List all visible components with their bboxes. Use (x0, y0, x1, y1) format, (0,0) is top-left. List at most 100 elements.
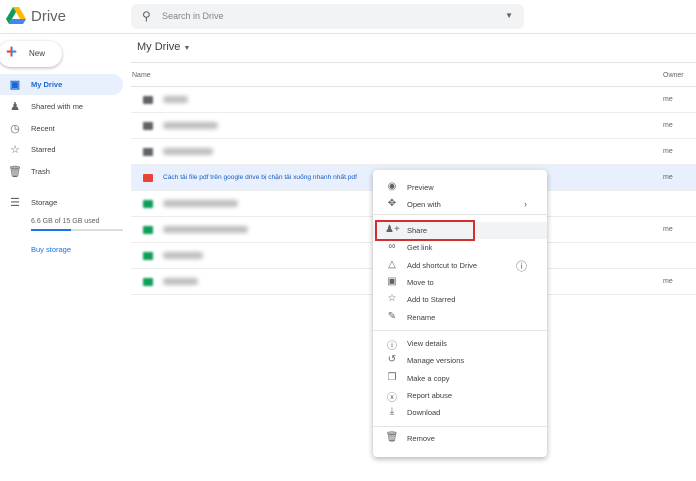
menu-item-get-link[interactable]: ∞ Get link (373, 239, 547, 256)
menu-item-move-to[interactable]: ▣ Move to (373, 274, 547, 291)
title-text: My Drive (137, 41, 181, 53)
menu-item-download[interactable]: ⤓ Download (373, 404, 547, 421)
owner: me (663, 226, 673, 233)
owner-column: Owner (663, 72, 684, 79)
menu-label: Add to Starred (407, 295, 456, 304)
file-row[interactable]: me (131, 139, 696, 165)
move-icon: ✥ (387, 198, 397, 209)
menu-label: Rename (407, 313, 436, 322)
pencil-icon: ✎ (387, 311, 397, 322)
my-drive-icon: ▣ (9, 79, 21, 91)
sheet-icon (143, 226, 153, 234)
folder-icon (143, 148, 153, 156)
column-header: Name Owner (131, 62, 696, 87)
menu-label: Remove (407, 434, 435, 443)
menu-item-report-abuse[interactable]: ⓧ Report abuse (373, 387, 547, 404)
star-icon: ☆ (387, 293, 397, 304)
buy-storage-link[interactable]: Buy storage (31, 245, 71, 254)
star-icon: ☆ (10, 144, 20, 156)
search-input[interactable]: ⚲ Search in Drive ▼ (131, 4, 524, 29)
menu-label: Preview (407, 183, 434, 192)
label: Storage (31, 198, 58, 207)
file-name-blurred (163, 96, 188, 103)
name-column[interactable]: Name (132, 72, 151, 79)
storage-usage: 6.6 GB of 15 GB used (31, 218, 100, 225)
new-button[interactable]: + New (0, 41, 62, 67)
owner: me (663, 278, 673, 285)
menu-label: Move to (407, 278, 434, 287)
storage-bar (31, 229, 123, 231)
clock-icon: ◷ (10, 123, 20, 135)
sheet-icon (143, 200, 153, 208)
menu-label: Open with (407, 200, 441, 209)
sidebar-item-my-drive[interactable]: ▣ My Drive (0, 74, 123, 95)
menu-item-view-details[interactable]: ⓘ View details (373, 335, 547, 352)
file-row[interactable]: me (131, 87, 696, 113)
menu-divider (373, 426, 547, 427)
folder-move-icon: ▣ (387, 276, 397, 287)
history-icon: ↺ (387, 354, 397, 365)
menu-item-add-shortcut-to-drive[interactable]: △ Add shortcut to Drive ⓘ (373, 257, 547, 274)
copy-icon: ❐ (387, 372, 397, 383)
menu-item-remove[interactable]: 🗑 Remove (373, 430, 547, 447)
chevron-right-icon: › (524, 199, 527, 209)
page-title[interactable]: My Drive ▼ (137, 41, 190, 53)
context-menu: ◉ Preview ✥ Open with › ♟+ Share ∞ Get link △ Add … (373, 170, 547, 457)
plus-icon: + (6, 42, 18, 63)
sidebar-item-recent[interactable]: ◷ Recent (0, 118, 123, 139)
trash-icon: 🗑 (385, 432, 399, 443)
menu-label: Make a copy (407, 374, 450, 383)
menu-label: Get link (407, 243, 433, 252)
sidebar-item-starred[interactable]: ☆ Starred (0, 139, 123, 160)
search-options-icon[interactable]: ▼ (505, 11, 513, 20)
owner: me (663, 122, 673, 129)
owner: me (663, 96, 673, 103)
menu-item-preview[interactable]: ◉ Preview (373, 179, 547, 196)
sidebar-item-shared[interactable]: ♟ Shared with me (0, 96, 123, 117)
file-row[interactable]: me (131, 113, 696, 139)
chevron-down-icon: ▼ (183, 45, 191, 52)
sidebar-item-storage[interactable]: ☰ Storage (0, 192, 123, 213)
file-name-blurred (163, 226, 248, 233)
menu-divider (373, 214, 547, 215)
drive-logo-icon (6, 7, 26, 24)
menu-label: View details (407, 339, 447, 348)
menu-item-rename[interactable]: ✎ Rename (373, 309, 547, 326)
alert-icon: ⓧ (387, 393, 397, 404)
file-name-blurred (163, 122, 218, 129)
menu-item-open-with[interactable]: ✥ Open with › (373, 196, 547, 213)
menu-label: Download (407, 408, 441, 417)
new-label: New (29, 49, 46, 58)
label: My Drive (31, 80, 63, 89)
add-shortcut-icon: △ (388, 259, 396, 270)
menu-label: Report abuse (407, 391, 453, 400)
link-icon: ∞ (388, 241, 396, 252)
menu-label: Add shortcut to Drive (407, 261, 478, 270)
menu-item-manage-versions[interactable]: ↺ Manage versions (373, 352, 547, 369)
highlight-box (375, 220, 475, 241)
file-name-blurred (163, 278, 198, 285)
sheet-icon (143, 252, 153, 260)
menu-item-add-to-starred[interactable]: ☆ Add to Starred (373, 291, 547, 308)
trash-icon: 🗑 (8, 166, 22, 178)
label: Shared with me (31, 102, 84, 111)
pdf-icon (143, 174, 153, 182)
owner: me (663, 148, 673, 155)
storage-fill (31, 229, 72, 231)
eye-icon: ◉ (387, 181, 397, 192)
sidebar-item-trash[interactable]: 🗑 Trash (0, 161, 123, 182)
sheet-icon (143, 278, 153, 286)
info-icon: ⓘ (387, 341, 397, 352)
owner: me (663, 174, 673, 181)
file-name-blurred (163, 200, 238, 207)
menu-item-make-a-copy[interactable]: ❐ Make a copy (373, 370, 547, 387)
label: Trash (31, 167, 50, 176)
download-icon: ⤓ (389, 406, 395, 417)
folder-icon (143, 96, 153, 104)
label: Recent (31, 124, 55, 133)
menu-label: Manage versions (407, 356, 465, 365)
menu-divider (373, 330, 547, 331)
help-icon[interactable]: ⓘ (516, 258, 527, 274)
file-name-blurred (163, 252, 203, 259)
folder-icon (143, 122, 153, 130)
